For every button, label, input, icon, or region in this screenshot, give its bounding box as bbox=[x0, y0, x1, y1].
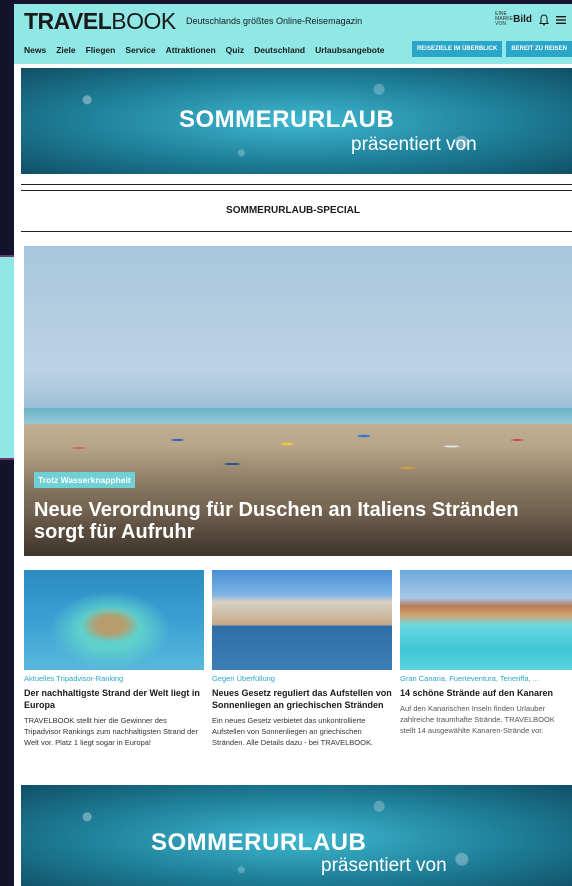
nav-item-service[interactable]: Service bbox=[125, 45, 155, 55]
article-teaser: TRAVELBOOK stellt hier die Gewinner des … bbox=[24, 716, 198, 747]
banner-subtitle: präsentiert von bbox=[351, 134, 477, 155]
main-nav: News Ziele Fliegen Service Attraktionen … bbox=[24, 45, 385, 55]
nav-item-deutschland[interactable]: Deutschland bbox=[254, 45, 305, 55]
side-ad-left[interactable] bbox=[0, 255, 14, 460]
article-image[interactable] bbox=[400, 570, 572, 670]
article-title[interactable]: 14 schöne Strände auf den Kanaren bbox=[400, 687, 572, 699]
menu-icon[interactable] bbox=[556, 15, 566, 25]
bereit-zu-reisen-button[interactable]: BEREIT ZU REISEN bbox=[506, 41, 572, 57]
article-teaser: Ein neues Gesetz verbietet das unkontrol… bbox=[212, 716, 374, 747]
banner-title: SOMMERURLAUB bbox=[151, 829, 367, 856]
bild-brand-link[interactable]: EINE MARKE VON Bild bbox=[495, 12, 532, 27]
tagline: Deutschlands größtes Online-Reisemagazin bbox=[186, 16, 363, 26]
reiseziele-button[interactable]: REISEZIELE IM ÜBERBLICK bbox=[411, 41, 503, 57]
bild-brand-small: EINE MARKE VON bbox=[495, 11, 513, 27]
article-image[interactable] bbox=[212, 570, 392, 670]
sommerurlaub-banner-bottom[interactable]: SOMMERURLAUB präsentiert von bbox=[21, 785, 572, 886]
nav-item-urlaubsangebote[interactable]: Urlaubsangebote bbox=[315, 45, 384, 55]
article-kicker: Gran Canaria, Fuerteventura, Teneriffa, … bbox=[400, 674, 539, 683]
article-title[interactable]: Der nachhaltigste Strand der Welt liegt … bbox=[24, 687, 204, 711]
nav-item-fliegen[interactable]: Fliegen bbox=[86, 45, 116, 55]
banner-title: SOMMERURLAUB bbox=[179, 106, 395, 133]
nav-buttons: REISEZIELE IM ÜBERBLICK BEREIT ZU REISEN bbox=[411, 41, 572, 57]
hero-article[interactable]: Trotz Wasserknappheit Neue Verordnung fü… bbox=[24, 246, 572, 556]
article-teaser: Auf den Kanarischen Inseln finden Urlaub… bbox=[400, 704, 555, 735]
bell-icon[interactable] bbox=[538, 13, 550, 26]
article-kicker: Gegen Überfüllung bbox=[212, 674, 275, 683]
nav-item-ziele[interactable]: Ziele bbox=[56, 45, 75, 55]
article-card[interactable]: Gegen Überfüllung Neues Gesetz reguliert… bbox=[212, 570, 392, 748]
article-title[interactable]: Neues Gesetz reguliert das Aufstellen vo… bbox=[212, 687, 392, 711]
section-title: SOMMERURLAUB-SPECIAL bbox=[226, 205, 360, 216]
bild-brand-name: Bild bbox=[513, 14, 532, 25]
travelbook-logo[interactable]: TRAVELBOOK bbox=[24, 8, 176, 35]
article-card[interactable]: Gran Canaria, Fuerteventura, Teneriffa, … bbox=[400, 570, 572, 736]
hero-kicker: Trotz Wasserknappheit bbox=[34, 472, 135, 488]
divider bbox=[21, 190, 572, 191]
nav-item-quiz[interactable]: Quiz bbox=[226, 45, 244, 55]
site-header: TRAVELBOOK Deutschlands größtes Online-R… bbox=[14, 4, 572, 64]
banner-subtitle: präsentiert von bbox=[321, 855, 447, 876]
article-kicker: Aktuelles Tripadvisor-Ranking bbox=[24, 674, 124, 683]
article-card[interactable]: Aktuelles Tripadvisor-Ranking Der nachha… bbox=[24, 570, 204, 748]
nav-item-news[interactable]: News bbox=[24, 45, 46, 55]
page: TRAVELBOOK Deutschlands größtes Online-R… bbox=[14, 4, 572, 886]
divider bbox=[21, 184, 572, 185]
article-image[interactable] bbox=[24, 570, 204, 670]
header-icons: EINE MARKE VON Bild bbox=[495, 12, 566, 27]
nav-item-attraktionen[interactable]: Attraktionen bbox=[166, 45, 216, 55]
divider bbox=[21, 231, 572, 232]
hero-headline[interactable]: Neue Verordnung für Duschen an Italiens … bbox=[34, 499, 564, 543]
sommerurlaub-banner-top[interactable]: SOMMERURLAUB präsentiert von bbox=[21, 68, 572, 174]
